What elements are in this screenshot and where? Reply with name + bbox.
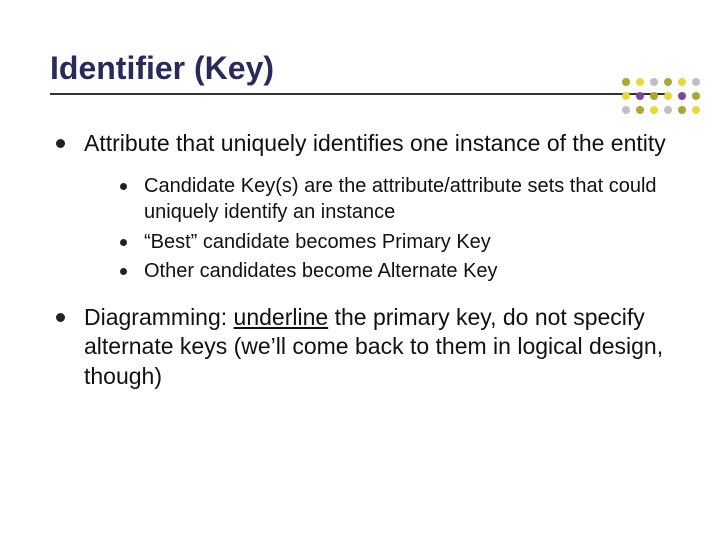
bullet-text-underlined: underline	[234, 304, 329, 330]
bullet-text-pre: Diagramming:	[84, 304, 234, 330]
bullet-item: Diagramming: underline the primary key, …	[50, 303, 670, 391]
sub-bullet-text: Candidate Key(s) are the attribute/attri…	[144, 175, 657, 223]
sub-bullet-text: Other candidates become Alternate Key	[144, 260, 498, 282]
sub-bullet-text: “Best” candidate becomes Primary Key	[144, 231, 491, 253]
decorative-dots	[622, 78, 702, 116]
sub-bullet-item: Other candidates become Alternate Key	[116, 259, 670, 285]
slide-title: Identifier (Key)	[50, 50, 670, 95]
sub-bullet-item: Candidate Key(s) are the attribute/attri…	[116, 174, 670, 225]
bullet-item: Attribute that uniquely identifies one i…	[50, 129, 670, 285]
sub-bullet-item: “Best” candidate becomes Primary Key	[116, 230, 670, 256]
sub-bullet-list: Candidate Key(s) are the attribute/attri…	[84, 174, 670, 284]
slide: Identifier (Key) Attribute that uniquely…	[0, 0, 720, 540]
bullet-text: Attribute that uniquely identifies one i…	[84, 130, 666, 156]
bullet-list: Attribute that uniquely identifies one i…	[50, 129, 670, 391]
